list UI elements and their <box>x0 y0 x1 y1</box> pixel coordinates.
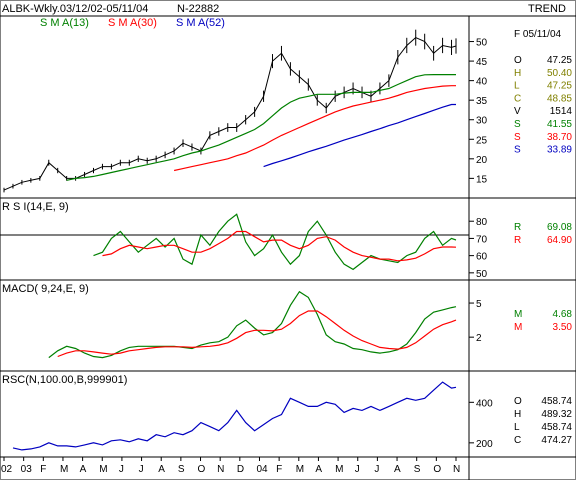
x-tick-label: M <box>335 464 343 475</box>
macd-ytick-label: 2 <box>476 333 482 344</box>
price-series-price <box>3 37 457 191</box>
readout-key: M <box>514 322 522 333</box>
x-tick-label: D <box>237 464 244 475</box>
readout-key: S <box>514 145 521 156</box>
readout-key: L <box>514 81 520 92</box>
price-ytick-label: 25 <box>476 135 488 146</box>
x-tick-label: M <box>60 464 68 475</box>
price-ytick-label: 30 <box>476 116 488 127</box>
price-series-s-m-a-52- <box>263 103 456 168</box>
x-tick-label: S <box>414 464 421 475</box>
readout-key: H <box>514 409 521 420</box>
rsi-title: R S I(14,E, 9) <box>2 201 69 213</box>
x-tick-label: 04 <box>256 464 268 475</box>
rsi-series-rsi <box>93 213 457 271</box>
rsc-title: RSC(N,100.00,B,999901) <box>2 374 127 386</box>
readout-key: S <box>514 119 521 130</box>
readout-key: O <box>514 55 522 66</box>
price-date-label: F 05/11/04 <box>514 29 562 40</box>
rsi-readout: R 69.08 R 64.90 <box>514 222 572 246</box>
readout-key: H <box>514 68 521 79</box>
price-readout: O 47.25 H 50.40 L 47.25 C 48.85 V 1514 S 41.55 S 38.7… <box>514 55 572 156</box>
readout-value: 458.74 <box>541 396 572 407</box>
x-tick-label: N <box>453 464 460 475</box>
readout-value: 47.25 <box>547 55 572 66</box>
readout-value: 41.55 <box>547 119 572 130</box>
price-series-s-m-a-13- <box>66 74 456 181</box>
x-tick-label: J <box>355 464 360 475</box>
macd-ytick-label: 5 <box>476 299 482 310</box>
readout-value: 458.74 <box>541 422 572 433</box>
readout-value: 33.89 <box>547 145 572 156</box>
rsi-ytick-label: 50 <box>476 269 488 280</box>
legend-sma13: S M A(13) <box>40 17 89 29</box>
price-ytick-label: 50 <box>476 38 488 49</box>
readout-value: 69.08 <box>547 222 572 233</box>
readout-value: 489.32 <box>541 409 572 420</box>
readout-key: V <box>514 106 521 117</box>
price-ytick-label: 15 <box>476 174 488 185</box>
readout-key: S <box>514 132 521 143</box>
rsi-series-avg <box>102 230 457 262</box>
x-axis-labels: 02 03 F M A M J J A S O N D 04 F M A M J J A S O N <box>1 457 460 475</box>
price-series-s-m-a-30- <box>173 85 456 172</box>
readout-key: M <box>514 309 522 320</box>
chart-frame: ALBK-Wkly.03/12/02-05/11/04 N-22882 TREN… <box>0 0 576 480</box>
sample-count: N-22882 <box>177 3 219 15</box>
rsc-ytick-label: 400 <box>476 398 493 409</box>
readout-key: R <box>514 222 521 233</box>
price-ytick-label: 20 <box>476 155 488 166</box>
x-tick-label: A <box>394 464 401 475</box>
readout-value: 64.90 <box>547 235 572 246</box>
readout-key: R <box>514 235 521 246</box>
readout-value: 1514 <box>550 106 573 117</box>
x-tick-label: N <box>217 464 224 475</box>
x-tick-label: M <box>99 464 107 475</box>
x-tick-label: A <box>158 464 165 475</box>
x-tick-label: 03 <box>21 464 33 475</box>
macd-readout: M 4.68 M 3.50 <box>514 309 572 333</box>
symbol-range: ALBK-Wkly.03/12/02-05/11/04 <box>2 3 148 15</box>
readout-value: 3.50 <box>553 322 573 333</box>
readout-key: L <box>514 422 520 433</box>
x-tick-label: F <box>276 464 282 475</box>
axis-ticks: 15202530354045505060708025200400 <box>469 38 493 450</box>
price-ytick-label: 40 <box>476 77 488 88</box>
rsi-ytick-label: 70 <box>476 234 488 245</box>
legend-sma30: S M A(30) <box>108 17 157 29</box>
price-ytick-label: 45 <box>476 57 488 68</box>
rsi-ytick-label: 60 <box>476 252 488 263</box>
x-tick-label: F <box>40 464 46 475</box>
chart-svg: ALBK-Wkly.03/12/02-05/11/04 N-22882 TREN… <box>0 0 576 480</box>
readout-value: 50.40 <box>547 68 572 79</box>
rsc-readout: O 458.74 H 489.32 L 458.74 C 474.27 <box>514 396 572 446</box>
x-tick-label: O <box>198 464 206 475</box>
readout-value: 4.68 <box>553 309 573 320</box>
rsc-ytick-label: 200 <box>476 439 493 450</box>
x-tick-label: A <box>315 464 322 475</box>
readout-key: C <box>514 435 521 446</box>
readout-value: 47.25 <box>547 81 572 92</box>
readout-key: C <box>514 93 521 104</box>
x-tick-label: O <box>433 464 441 475</box>
readout-value: 48.85 <box>547 93 572 104</box>
readout-key: O <box>514 396 522 407</box>
legend-sma52: S M A(52) <box>176 17 225 29</box>
x-tick-label: S <box>178 464 185 475</box>
rsi-ytick-label: 80 <box>476 217 488 228</box>
x-tick-label: J <box>374 464 379 475</box>
x-tick-label: M <box>296 464 304 475</box>
x-tick-label: J <box>139 464 144 475</box>
trend-label: TREND <box>528 3 566 15</box>
macd-series-macd <box>48 290 457 359</box>
rsc-series-rsc <box>12 381 457 451</box>
x-tick-label: A <box>80 464 87 475</box>
readout-value: 474.27 <box>541 435 572 446</box>
plot-lines <box>0 29 469 451</box>
price-ytick-label: 35 <box>476 96 488 107</box>
macd-title: MACD( 9,24,E, 9) <box>2 283 89 295</box>
x-tick-label: 02 <box>1 464 13 475</box>
x-tick-label: J <box>119 464 124 475</box>
readout-value: 38.70 <box>547 132 572 143</box>
